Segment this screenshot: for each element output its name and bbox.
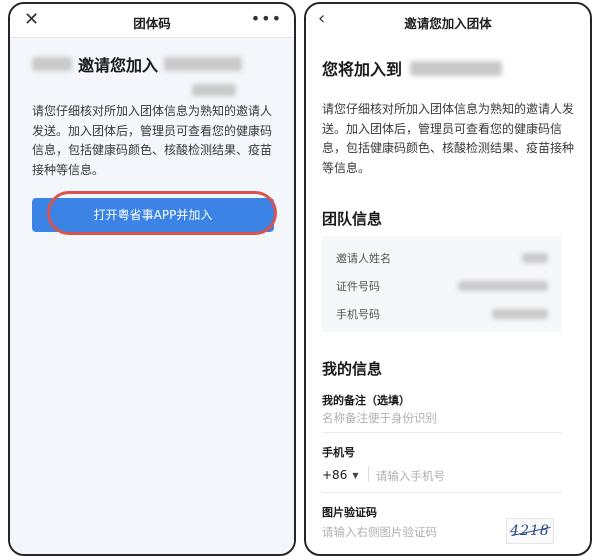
blurred-inviter-name xyxy=(32,57,72,71)
right-page-title: 邀请您加入团体 xyxy=(404,16,492,31)
blurred-value xyxy=(492,309,548,319)
team-info-row: 手机号码 xyxy=(336,300,548,328)
my-info-title: 我的信息 xyxy=(322,360,383,378)
blurred-value xyxy=(522,253,548,263)
highlight-annotation xyxy=(47,191,277,235)
blurred-group-name-cont xyxy=(192,83,236,96)
divider xyxy=(322,432,562,433)
captcha-image[interactable]: 4218 xyxy=(506,518,554,544)
captcha-label: 图片验证码 xyxy=(322,506,377,519)
caret-down-icon: ▼ xyxy=(352,471,359,480)
left-nav-bar: ✕ 团体码 ••• xyxy=(10,4,294,38)
join-heading: 您将加入到 xyxy=(322,56,503,80)
phone-label: 手机号 xyxy=(322,446,355,459)
country-code-select[interactable]: +86 ▼ xyxy=(322,468,358,482)
remark-input[interactable]: 名称备注便于身份识别 xyxy=(322,410,437,426)
inviter-name-label: 邀请人姓名 xyxy=(336,252,391,265)
phone-number-label: 手机号码 xyxy=(336,308,380,321)
right-nav-bar: ‹ 邀请您加入团体 xyxy=(306,4,590,38)
left-content: 邀请您加入 请您仔细核对所加入团体信息为熟知的邀请人发送。加入团体后，管理员可查… xyxy=(10,38,294,554)
blurred-group-name xyxy=(410,60,503,76)
invite-heading: 邀请您加入 xyxy=(32,53,282,96)
team-info-row: 邀请人姓名 xyxy=(336,244,548,272)
invite-description: 请您仔细核对所加入团体信息为熟知的邀请人发送。加入团体后，管理员可查看您的健康码… xyxy=(32,104,273,177)
blurred-value xyxy=(458,281,548,291)
team-info-card: 邀请人姓名 证件号码 手机号码 xyxy=(322,236,562,332)
right-phone-screen: ‹ 邀请您加入团体 您将加入到 请您仔细核对所加入团体信息为熟知的邀请人发送。加… xyxy=(304,2,592,556)
join-description: 请您仔细核对所加入团体信息为熟知的邀请人发送。加入团体后，管理员可查看您的健康码… xyxy=(322,102,575,175)
captcha-input[interactable]: 请输入右侧图片验证码 xyxy=(322,524,437,540)
divider xyxy=(368,466,369,482)
id-number-label: 证件号码 xyxy=(336,280,380,293)
join-heading-text: 您将加入到 xyxy=(322,60,403,79)
invite-heading-text: 邀请您加入 xyxy=(78,56,159,75)
remark-label: 我的备注（选填） xyxy=(322,394,410,407)
more-icon[interactable]: ••• xyxy=(251,10,282,28)
team-info-row: 证件号码 xyxy=(336,272,548,300)
divider xyxy=(322,492,562,493)
phone-input[interactable]: 请输入手机号 xyxy=(376,468,445,484)
team-info-title: 团队信息 xyxy=(322,210,383,228)
blurred-group-name xyxy=(164,57,243,71)
left-phone-screen: ✕ 团体码 ••• 邀请您加入 请您仔细核对所加入团体信息为熟知的邀请人发送。加… xyxy=(8,2,296,556)
country-code-value: +86 xyxy=(322,468,348,482)
